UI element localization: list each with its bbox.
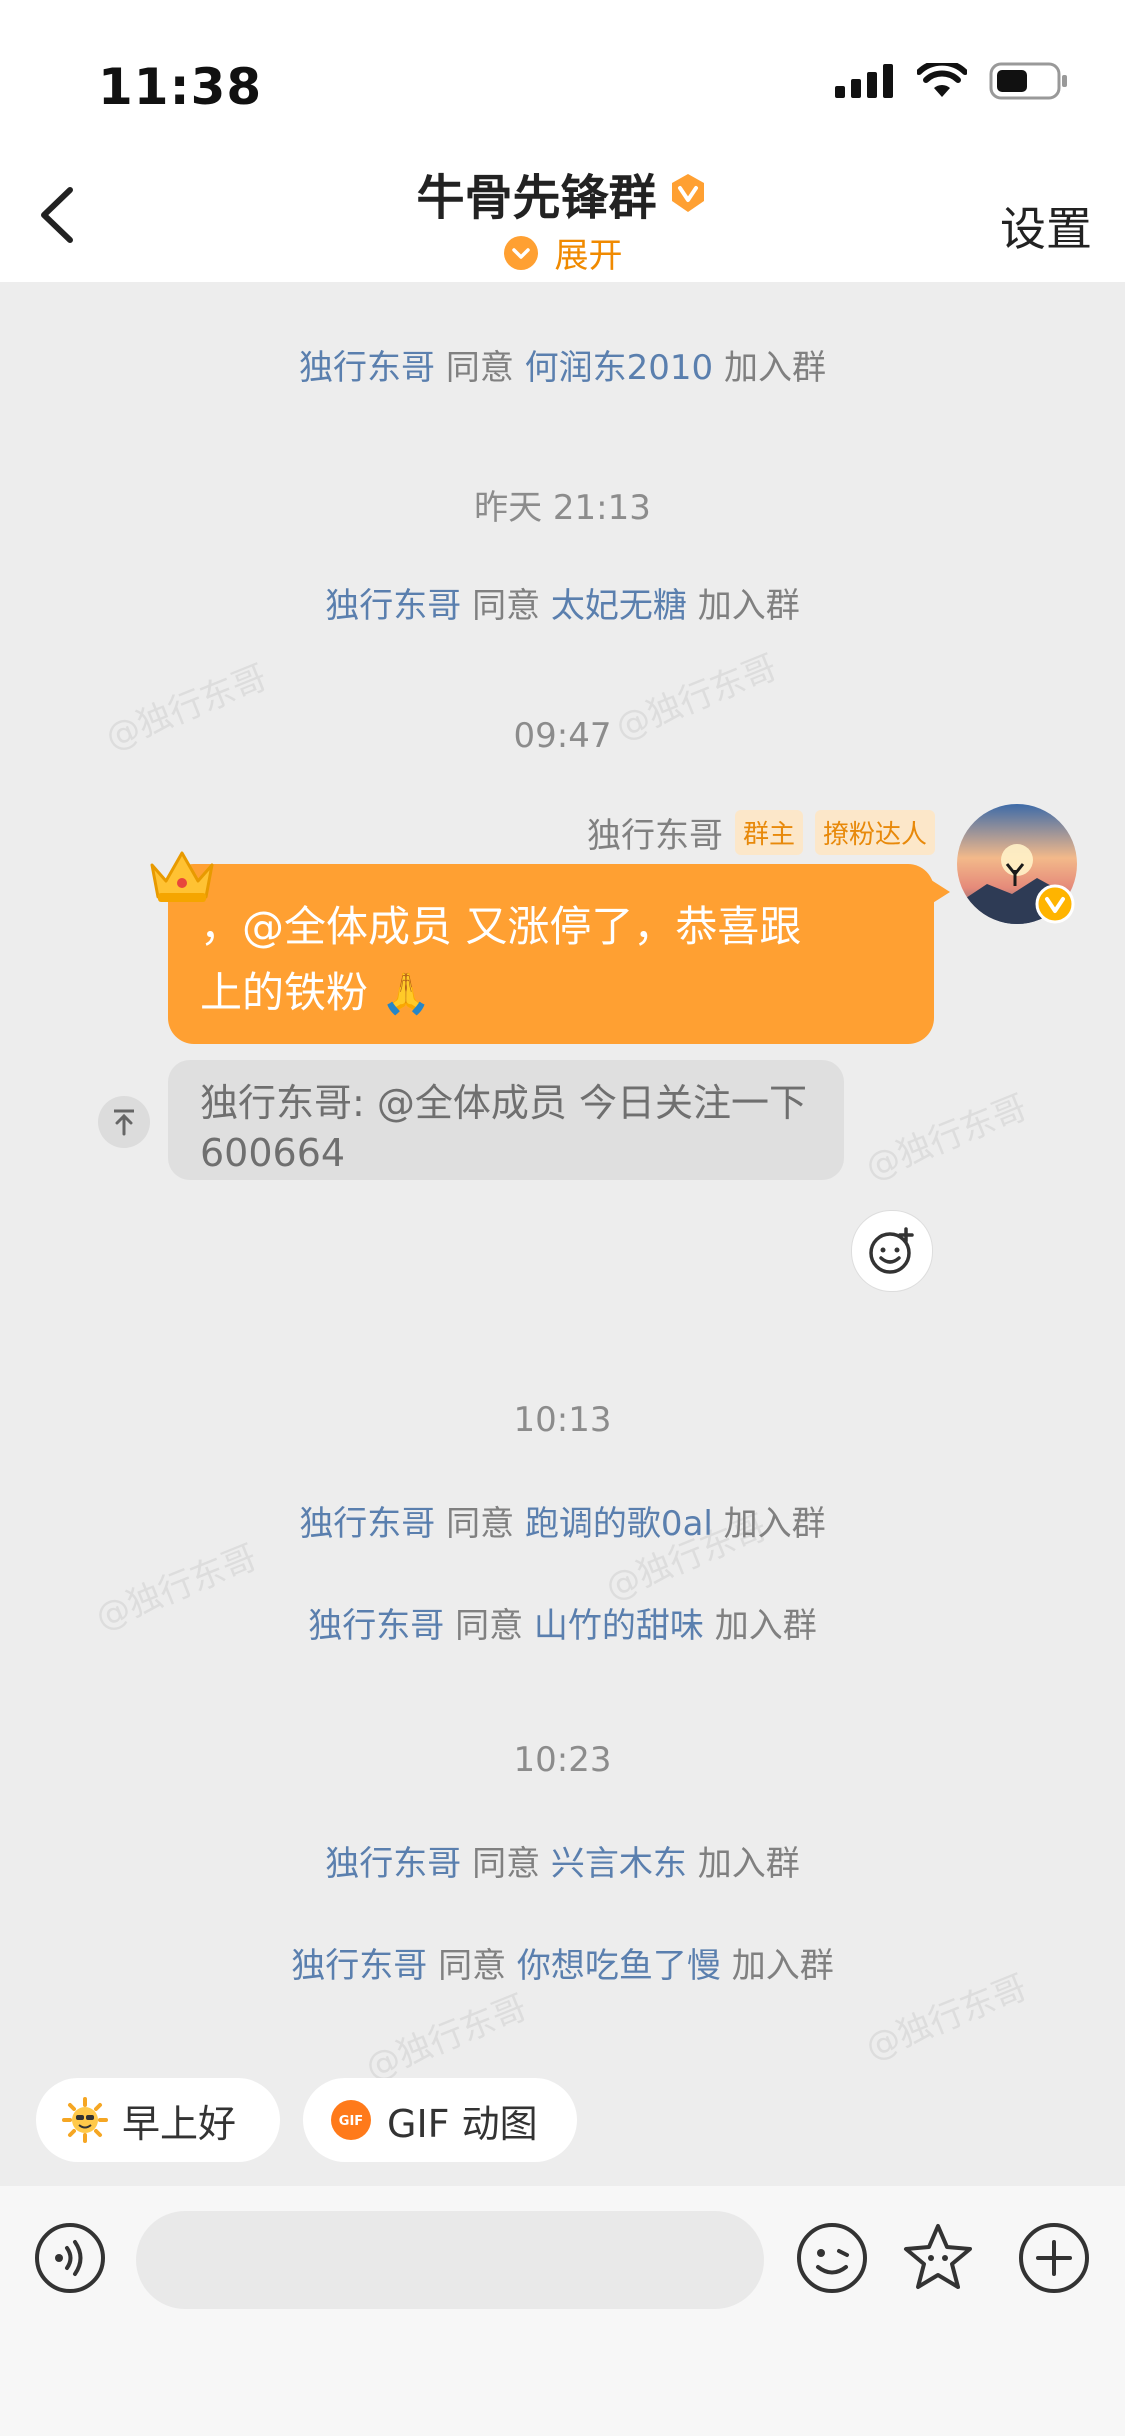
actor-link[interactable]: 独行东哥 [291, 1946, 427, 1986]
system-message: 独行东哥 同意 跑调的歌0al 加入群 [0, 1496, 1125, 1545]
verb: 同意 [446, 1504, 515, 1544]
verified-icon [1035, 884, 1075, 924]
voice-icon[interactable] [32, 2220, 108, 2296]
owner-badge: 群主 [734, 810, 803, 855]
member-link[interactable]: 太妃无糖 [551, 586, 687, 626]
member-link[interactable]: 你想吃鱼了慢 [517, 1946, 721, 1986]
verb: 同意 [472, 586, 541, 626]
plus-icon[interactable] [1016, 2220, 1092, 2296]
header-bar: 11:38 牛骨先锋群 展开 设置 [0, 0, 1125, 282]
suffix: 加入群 [714, 1606, 817, 1646]
actor-link[interactable]: 独行东哥 [325, 1844, 461, 1884]
actor-link[interactable]: 独行东哥 [325, 586, 461, 626]
verb: 同意 [438, 1946, 507, 1986]
verified-group-icon [671, 174, 704, 212]
gif-icon: GIF [331, 2100, 371, 2140]
quick-reply-label: GIF 动图 [387, 2101, 538, 2146]
system-message: 独行东哥 同意 你想吃鱼了慢 加入群 [0, 1938, 1125, 1987]
quick-reply-gif[interactable]: GIF GIF 动图 [303, 2078, 577, 2162]
timestamp: 09:47 [513, 716, 612, 756]
message-input[interactable] [136, 2211, 764, 2309]
smile-plus-icon [869, 1227, 914, 1274]
quick-reply-good-morning[interactable]: 早上好 [36, 2078, 280, 2162]
fan-badge: 撩粉达人 [814, 810, 935, 855]
expand-toggle[interactable]: 展开 [0, 228, 1125, 277]
sun-face-icon [62, 2097, 108, 2143]
settings-button[interactable]: 设置 [1000, 193, 1092, 259]
verb: 同意 [472, 1844, 541, 1884]
message-text-line2: 上的铁粉 [200, 968, 369, 1017]
page-title: 牛骨先锋群 [416, 170, 657, 226]
member-link[interactable]: 山竹的甜味 [534, 1606, 704, 1646]
signal-icon [835, 64, 893, 98]
timestamp: 10:23 [513, 1740, 612, 1780]
add-reaction-button[interactable] [851, 1210, 933, 1292]
wifi-icon [917, 63, 967, 97]
bubble-tail [928, 878, 950, 906]
system-message: 独行东哥 同意 兴言木东 加入群 [0, 1836, 1125, 1885]
member-link[interactable]: 跑调的歌0al [525, 1504, 713, 1544]
quick-reply-label: 早上好 [122, 2101, 237, 2146]
chat-title-wrap: 牛骨先锋群 [0, 158, 1125, 228]
scroll-to-top-icon[interactable] [98, 1096, 150, 1148]
watermark: @独行东哥 [860, 1087, 1033, 1189]
message-text-line1: ，@全体成员 又涨停了，恭喜跟 [200, 902, 802, 951]
system-message: 独行东哥 同意 太妃无糖 加入群 [0, 578, 1125, 627]
verb: 同意 [445, 348, 514, 388]
sticker-icon[interactable] [900, 2220, 976, 2296]
suffix: 加入群 [731, 1946, 834, 1986]
watermark: @独行东哥 [360, 1987, 533, 2089]
status-icons [835, 62, 1069, 100]
suffix: 加入群 [697, 586, 800, 626]
sender-row: 独行东哥 群主 撩粉达人 [587, 808, 935, 857]
timestamp: 昨天 21:13 [474, 488, 651, 528]
timestamp: 10:13 [513, 1400, 612, 1440]
verb: 同意 [455, 1606, 524, 1646]
actor-link[interactable]: 独行东哥 [299, 1504, 435, 1544]
message-bubble[interactable]: ，@全体成员 又涨停了，恭喜跟 上的铁粉 🙏 [168, 864, 934, 1044]
chevron-down-icon [503, 235, 538, 270]
system-message: 独行东哥 同意 山竹的甜味 加入群 [0, 1598, 1125, 1647]
member-link[interactable]: 何润东2010 [525, 348, 714, 388]
quoted-message[interactable]: 独行东哥: @全体成员 今日关注一下 600664 [168, 1060, 844, 1180]
actor-link[interactable]: 独行东哥 [308, 1606, 444, 1646]
sender-name[interactable]: 独行东哥 [587, 808, 723, 857]
svg-text:GIF: GIF [339, 2114, 363, 2129]
suffix: 加入群 [723, 1504, 826, 1544]
crown-icon [150, 851, 214, 902]
battery-icon [989, 62, 1067, 100]
actor-link[interactable]: 独行东哥 [299, 348, 435, 388]
status-time: 11:38 [98, 58, 263, 116]
quote-text-line2: 600664 [200, 1131, 346, 1175]
emoji-icon[interactable] [794, 2220, 870, 2296]
quote-text-line1: 独行东哥: @全体成员 今日关注一下 [200, 1081, 807, 1125]
suffix: 加入群 [697, 1844, 800, 1884]
system-message: 独行东哥 同意 何润东2010 加入群 [0, 340, 1125, 389]
member-link[interactable]: 兴言木东 [551, 1844, 687, 1884]
praying-hands-emoji: 🙏 [381, 971, 432, 1017]
suffix: 加入群 [723, 348, 826, 388]
expand-label: 展开 [554, 236, 623, 276]
